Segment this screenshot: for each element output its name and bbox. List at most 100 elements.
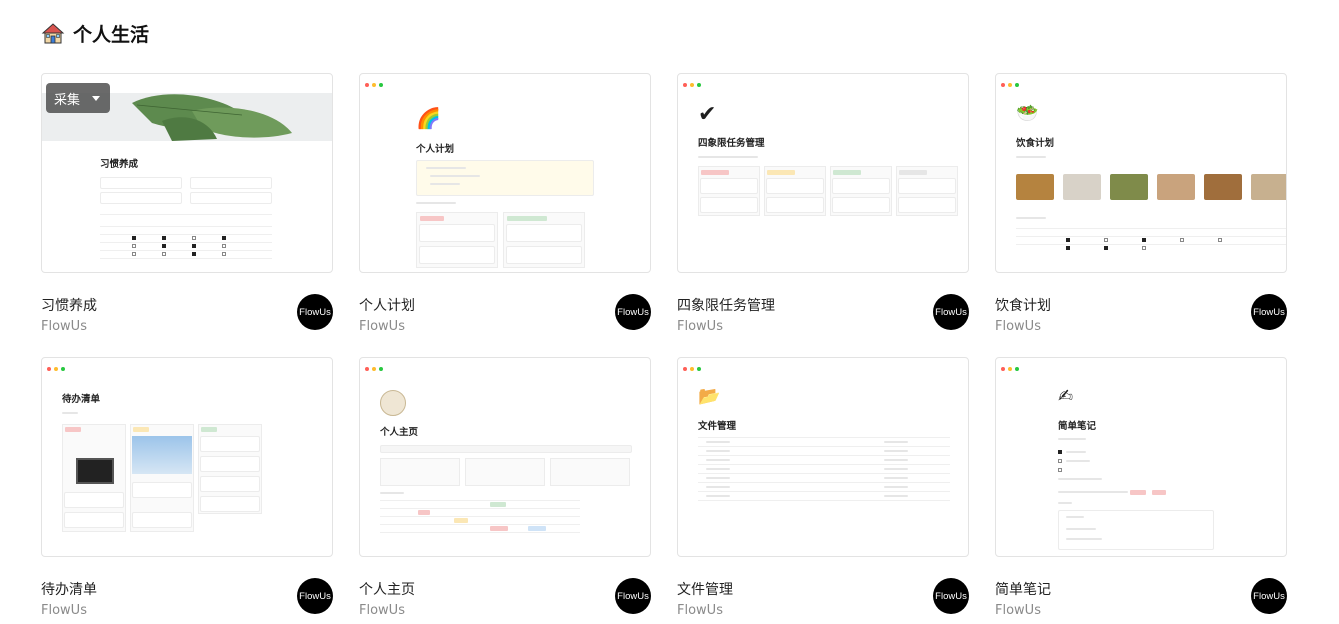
salad-icon: 🥗: [1016, 103, 1039, 124]
preview-tag: [490, 502, 506, 507]
preview-card: [132, 482, 192, 498]
template-thumbnail[interactable]: 个人主页: [359, 357, 651, 557]
rainbow-icon: 🌈: [416, 106, 441, 130]
card-title[interactable]: 简单笔记: [995, 579, 1051, 599]
card-title[interactable]: 个人计划: [359, 295, 415, 315]
preview-text: [706, 495, 730, 497]
flowus-avatar[interactable]: FlowUs: [615, 294, 651, 330]
template-thumbnail[interactable]: ✔ 四象限任务管理: [677, 73, 969, 273]
preview-checkbox: [1142, 246, 1146, 250]
preview-checkbox: [132, 236, 136, 240]
preview-row: [100, 250, 272, 251]
card-author: FlowUs: [359, 319, 405, 334]
preview-card: [700, 197, 758, 213]
card-author: FlowUs: [677, 603, 723, 618]
preview-text: [698, 156, 758, 158]
preview-tag: [420, 216, 444, 221]
card-title[interactable]: 待办清单: [41, 579, 97, 599]
preview-checkbox: [1104, 246, 1108, 250]
preview-checkbox: [162, 252, 166, 256]
preview-row: [698, 464, 950, 465]
template-card-file-management[interactable]: 📂 文件管理 文件管理 FlowUs FlowUs: [677, 357, 969, 618]
preview-text: [416, 202, 456, 204]
template-card-quadrant[interactable]: ✔ 四象限任务管理 四象限任务管理 FlowUs FlowUs: [677, 73, 969, 334]
card-title[interactable]: 饮食计划: [995, 295, 1051, 315]
check-icon: ✔: [698, 102, 717, 127]
flowus-avatar[interactable]: FlowUs: [933, 294, 969, 330]
template-card-diet[interactable]: 🥗 饮食计划 饮食计划 FlowUs FlowUs: [995, 73, 1287, 334]
window-dots: [1001, 367, 1019, 371]
preview-card: [506, 224, 582, 242]
preview-text: [884, 477, 908, 479]
preview-text: [706, 468, 730, 470]
template-card-todo[interactable]: 待办清单 待办清单 FlowUs FlowUs: [41, 357, 333, 618]
window-dots: [683, 83, 701, 87]
flowus-avatar[interactable]: FlowUs: [1251, 578, 1287, 614]
preview-tag: [1152, 490, 1166, 495]
preview-row: [698, 446, 950, 447]
preview-text: [380, 492, 404, 494]
template-thumbnail[interactable]: ✍ 简单笔记: [995, 357, 1287, 557]
preview-checkbox: [1066, 238, 1070, 242]
card-title[interactable]: 个人主页: [359, 579, 415, 599]
preview-row: [380, 516, 580, 517]
preview-card: [419, 224, 495, 242]
flowus-avatar[interactable]: FlowUs: [297, 294, 333, 330]
preview-card: [832, 197, 890, 213]
preview-card: [898, 178, 956, 194]
preview-column: [550, 458, 630, 486]
template-card-simple-notes[interactable]: ✍ 简单笔记 简单笔记 FlowUs FlowUs: [995, 357, 1287, 618]
preview-row: [100, 242, 272, 243]
flowus-avatar[interactable]: FlowUs: [615, 578, 651, 614]
preview-text: [706, 441, 730, 443]
card-author: FlowUs: [41, 603, 87, 618]
preview-row: [698, 491, 950, 492]
preview-text: [1058, 438, 1086, 440]
preview-text: [1066, 451, 1086, 453]
preview-tag: [133, 427, 149, 432]
food-image: [1251, 174, 1286, 200]
preview-text: [1066, 460, 1090, 462]
folder-icon: 📂: [698, 386, 721, 407]
preview-tag: [833, 170, 861, 175]
template-thumbnail[interactable]: 🌈 个人计划: [359, 73, 651, 273]
preview-text: [62, 412, 78, 414]
preview-text: [1066, 516, 1084, 518]
preview-checkbox: [162, 244, 166, 248]
card-title[interactable]: 文件管理: [677, 579, 733, 599]
preview-heading: 简单笔记: [1058, 421, 1097, 432]
template-thumbnail[interactable]: 📂 文件管理: [677, 357, 969, 557]
template-thumbnail[interactable]: 采集 习惯养成: [41, 73, 333, 273]
preview-text: [1066, 538, 1102, 540]
preview-card: [506, 246, 582, 264]
house-icon: [41, 21, 65, 45]
preview-text: [1016, 217, 1046, 219]
template-thumbnail[interactable]: 待办清单: [41, 357, 333, 557]
template-card-homepage[interactable]: 个人主页 个人主页 FlowUs FlowUs: [359, 357, 651, 618]
preview-row: [380, 508, 580, 509]
section-header: 个人生活: [41, 18, 149, 48]
flowus-avatar[interactable]: FlowUs: [933, 578, 969, 614]
card-title[interactable]: 四象限任务管理: [677, 295, 775, 315]
card-title[interactable]: 习惯养成: [41, 295, 97, 315]
preview-checkbox: [1142, 238, 1146, 242]
preview-checkbox: [1066, 246, 1070, 250]
template-thumbnail[interactable]: 🥗 饮食计划: [995, 73, 1287, 273]
window-dots: [365, 83, 383, 87]
preview-card: [419, 246, 495, 264]
flowus-avatar[interactable]: FlowUs: [297, 578, 333, 614]
city-image: [132, 436, 192, 474]
preview-row: [100, 226, 272, 227]
preview-text: [430, 183, 460, 185]
template-card-personal-plan[interactable]: 🌈 个人计划 个人计划 FlowUs FlowUs: [359, 73, 651, 334]
collect-button[interactable]: 采集: [46, 83, 110, 113]
preview-card: [64, 492, 124, 508]
section-title: 个人生活: [73, 23, 150, 46]
preview-heading: 四象限任务管理: [698, 138, 765, 149]
preview-checkbox: [192, 252, 196, 256]
flowus-avatar[interactable]: FlowUs: [1251, 294, 1287, 330]
template-card-habit[interactable]: 采集 习惯养成 习惯养成 FlowUs FlowUs: [41, 73, 333, 334]
food-image: [1157, 174, 1195, 200]
writing-hand-icon: ✍: [1058, 386, 1074, 407]
preview-column: [465, 458, 545, 486]
